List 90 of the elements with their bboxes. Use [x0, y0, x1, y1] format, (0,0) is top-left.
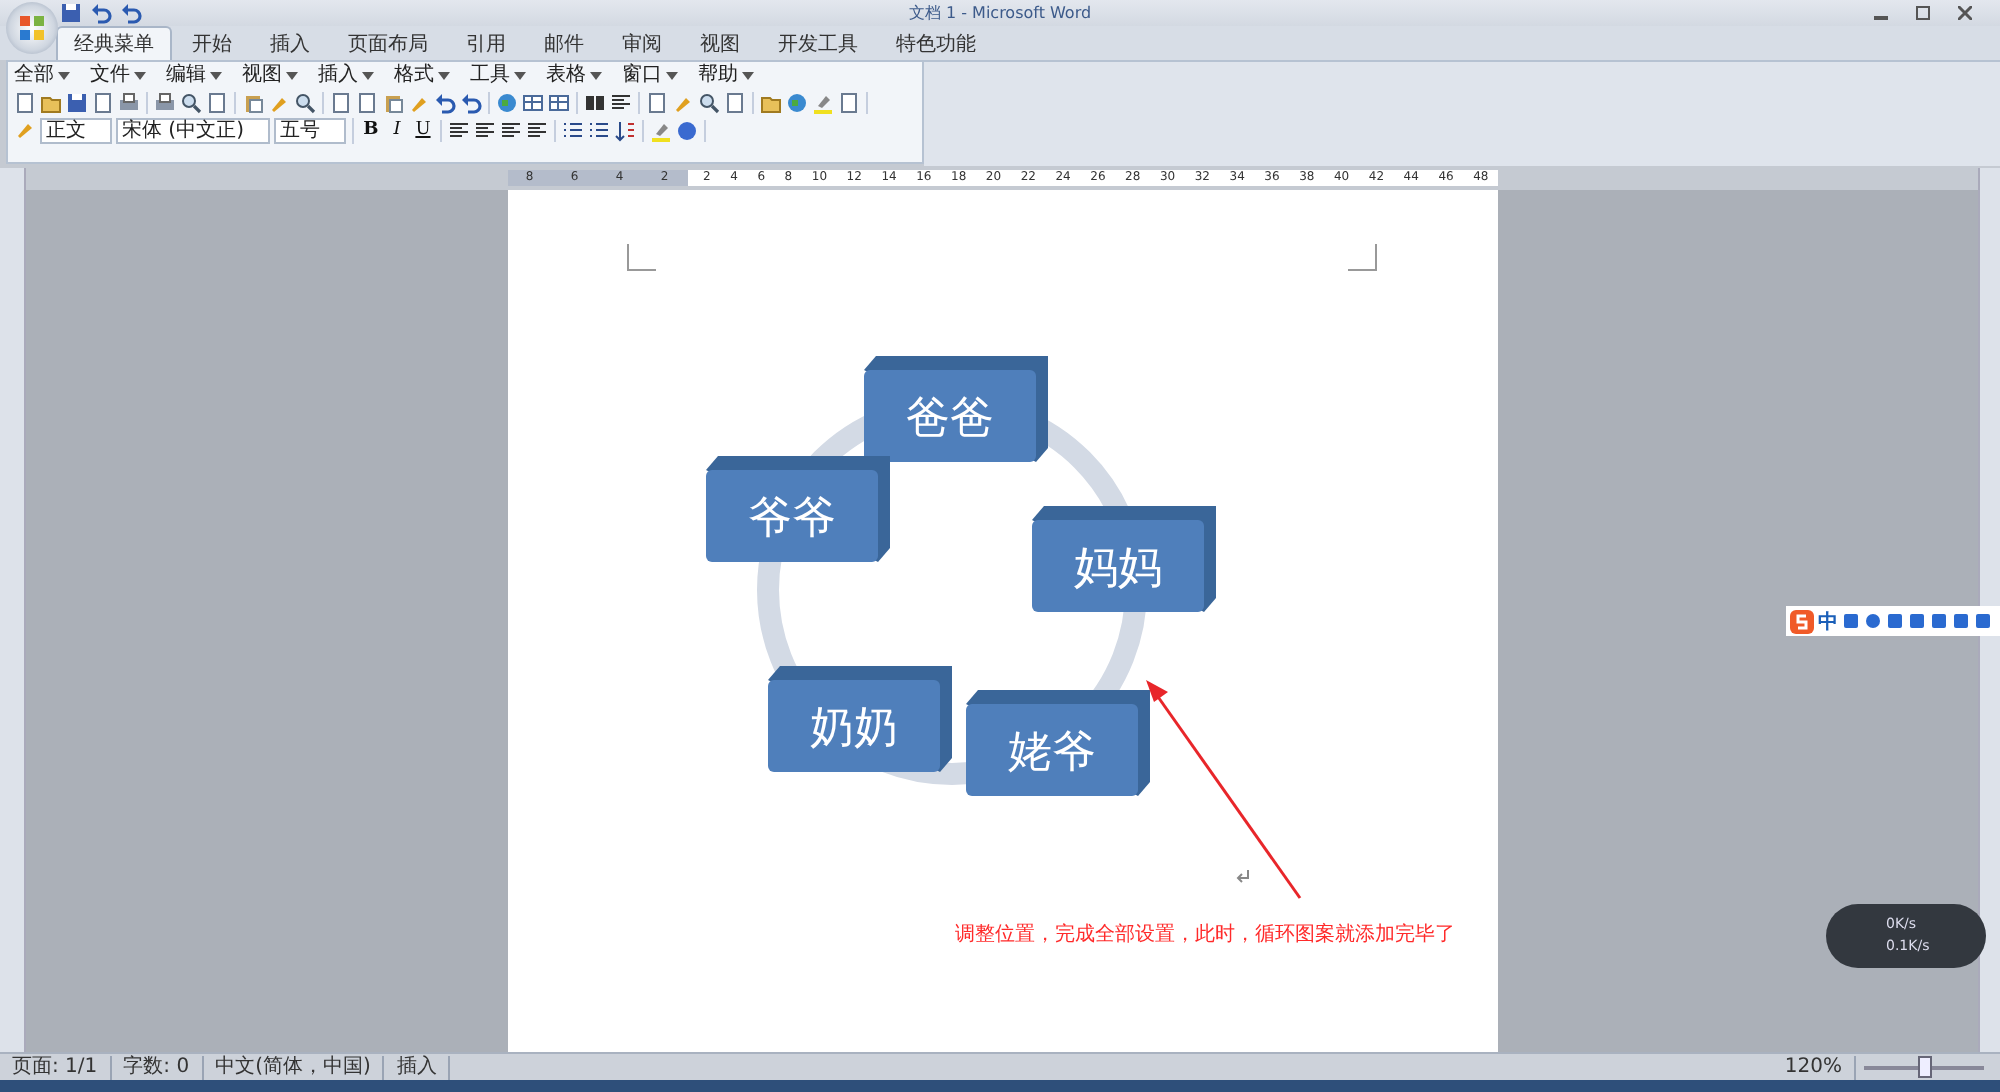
list-icon[interactable]: [561, 120, 584, 142]
shape-label: 爷爷: [747, 494, 835, 544]
ribbon-tab[interactable]: 审阅: [604, 26, 680, 60]
font-dropdown[interactable]: 宋体 (中文正): [116, 118, 270, 144]
close-icon[interactable]: [1958, 6, 1972, 20]
ribbon-tab[interactable]: 插入: [252, 26, 328, 60]
menu-item[interactable]: 表格: [546, 64, 586, 88]
page-icon[interactable]: [838, 92, 860, 114]
align-icon[interactable]: [499, 120, 522, 142]
page-icon[interactable]: [206, 92, 228, 114]
style-dropdown[interactable]: 正文: [40, 118, 112, 144]
caret-icon[interactable]: [286, 70, 298, 82]
menu-item[interactable]: 全部: [14, 64, 54, 88]
folder-icon[interactable]: [760, 92, 782, 114]
office-logo-icon: [18, 14, 46, 42]
redo-icon[interactable]: [120, 2, 142, 24]
scrollbar[interactable]: [1978, 168, 2000, 1054]
shape-label: 姥爷: [1007, 728, 1095, 778]
page-icon[interactable]: [92, 92, 114, 114]
page-icon[interactable]: [356, 92, 378, 114]
input-mode[interactable]: 中: [1818, 607, 1838, 635]
printer-icon[interactable]: [118, 92, 140, 114]
ribbon-tab[interactable]: 开始: [174, 26, 250, 60]
columns-icon[interactable]: [584, 92, 606, 114]
zoom-slider-thumb[interactable]: [1918, 1056, 1932, 1078]
ribbon-tab[interactable]: 引用: [448, 26, 524, 60]
menu-item[interactable]: 窗口: [622, 64, 662, 88]
undo-icon[interactable]: [434, 92, 456, 114]
font-size-dropdown[interactable]: 五号: [273, 118, 346, 144]
caret-icon[interactable]: [58, 70, 70, 82]
caret-icon[interactable]: [742, 70, 754, 82]
menu-item[interactable]: 工具: [470, 64, 510, 88]
menu-item[interactable]: 帮助: [698, 64, 738, 88]
caret-icon[interactable]: [590, 70, 602, 82]
paste-icon[interactable]: [382, 92, 404, 114]
undo-icon[interactable]: [460, 92, 482, 114]
format-button[interactable]: I: [385, 120, 408, 142]
sort-icon[interactable]: [613, 120, 636, 142]
highlighter-icon[interactable]: [812, 92, 834, 114]
menu-item[interactable]: 插入: [318, 64, 358, 88]
annotation-text: 调整位置，完成全部设置，此时，循环图案就添加完毕了: [955, 921, 1455, 948]
caret-icon[interactable]: [210, 70, 222, 82]
shape-label: 妈妈: [1073, 544, 1161, 594]
page-icon[interactable]: [14, 92, 36, 114]
menu-item[interactable]: 编辑: [166, 64, 206, 88]
menu-item[interactable]: 格式: [394, 64, 434, 88]
menu-item[interactable]: 文件: [90, 64, 130, 88]
table-icon[interactable]: [548, 92, 570, 114]
caret-icon[interactable]: [362, 70, 374, 82]
align-icon[interactable]: [525, 120, 548, 142]
align-icon[interactable]: [473, 120, 496, 142]
save-icon[interactable]: [60, 2, 82, 24]
page-icon[interactable]: [646, 92, 668, 114]
ribbon-tab[interactable]: 特色功能: [878, 26, 994, 60]
ribbon-tab[interactable]: 经典菜单: [56, 26, 172, 60]
save-icon[interactable]: [66, 92, 88, 114]
shape-label: 爸爸: [905, 394, 993, 444]
highlighter-icon[interactable]: [649, 120, 672, 142]
maximize-icon[interactable]: [1916, 6, 1930, 20]
magnifier-icon[interactable]: [294, 92, 316, 114]
printer-icon[interactable]: [154, 92, 176, 114]
align-icon[interactable]: [447, 120, 470, 142]
align-icon[interactable]: [610, 92, 632, 114]
list-icon[interactable]: [587, 120, 610, 142]
ribbon-tab[interactable]: 视图: [682, 26, 758, 60]
window-title: 文档 1 - Microsoft Word: [908, 2, 1092, 24]
menu-item[interactable]: 视图: [242, 64, 282, 88]
undo-icon[interactable]: [90, 2, 112, 24]
page-icon[interactable]: [330, 92, 352, 114]
paragraph-mark-icon: [1235, 870, 1249, 884]
paste-icon[interactable]: [242, 92, 264, 114]
format-button[interactable]: B: [359, 120, 382, 142]
folder-icon[interactable]: [40, 92, 62, 114]
ribbon-tab[interactable]: 邮件: [526, 26, 602, 60]
format-button[interactable]: U: [411, 120, 434, 142]
page-icon[interactable]: [724, 92, 746, 114]
ribbon-tab[interactable]: 页面布局: [330, 26, 446, 60]
corner-mark: [626, 243, 656, 271]
input-method-icon[interactable]: [1790, 609, 1814, 633]
corner-mark: [1346, 243, 1376, 271]
caret-icon[interactable]: [134, 70, 146, 82]
magnifier-icon[interactable]: [698, 92, 720, 114]
shape-label: 奶奶: [809, 704, 897, 754]
caret-icon[interactable]: [514, 70, 526, 82]
table-icon[interactable]: [522, 92, 544, 114]
ribbon-tab[interactable]: 开发工具: [760, 26, 876, 60]
globe-icon[interactable]: [786, 92, 808, 114]
caret-icon[interactable]: [666, 70, 678, 82]
caret-icon[interactable]: [438, 70, 450, 82]
magnifier-icon[interactable]: [180, 92, 202, 114]
